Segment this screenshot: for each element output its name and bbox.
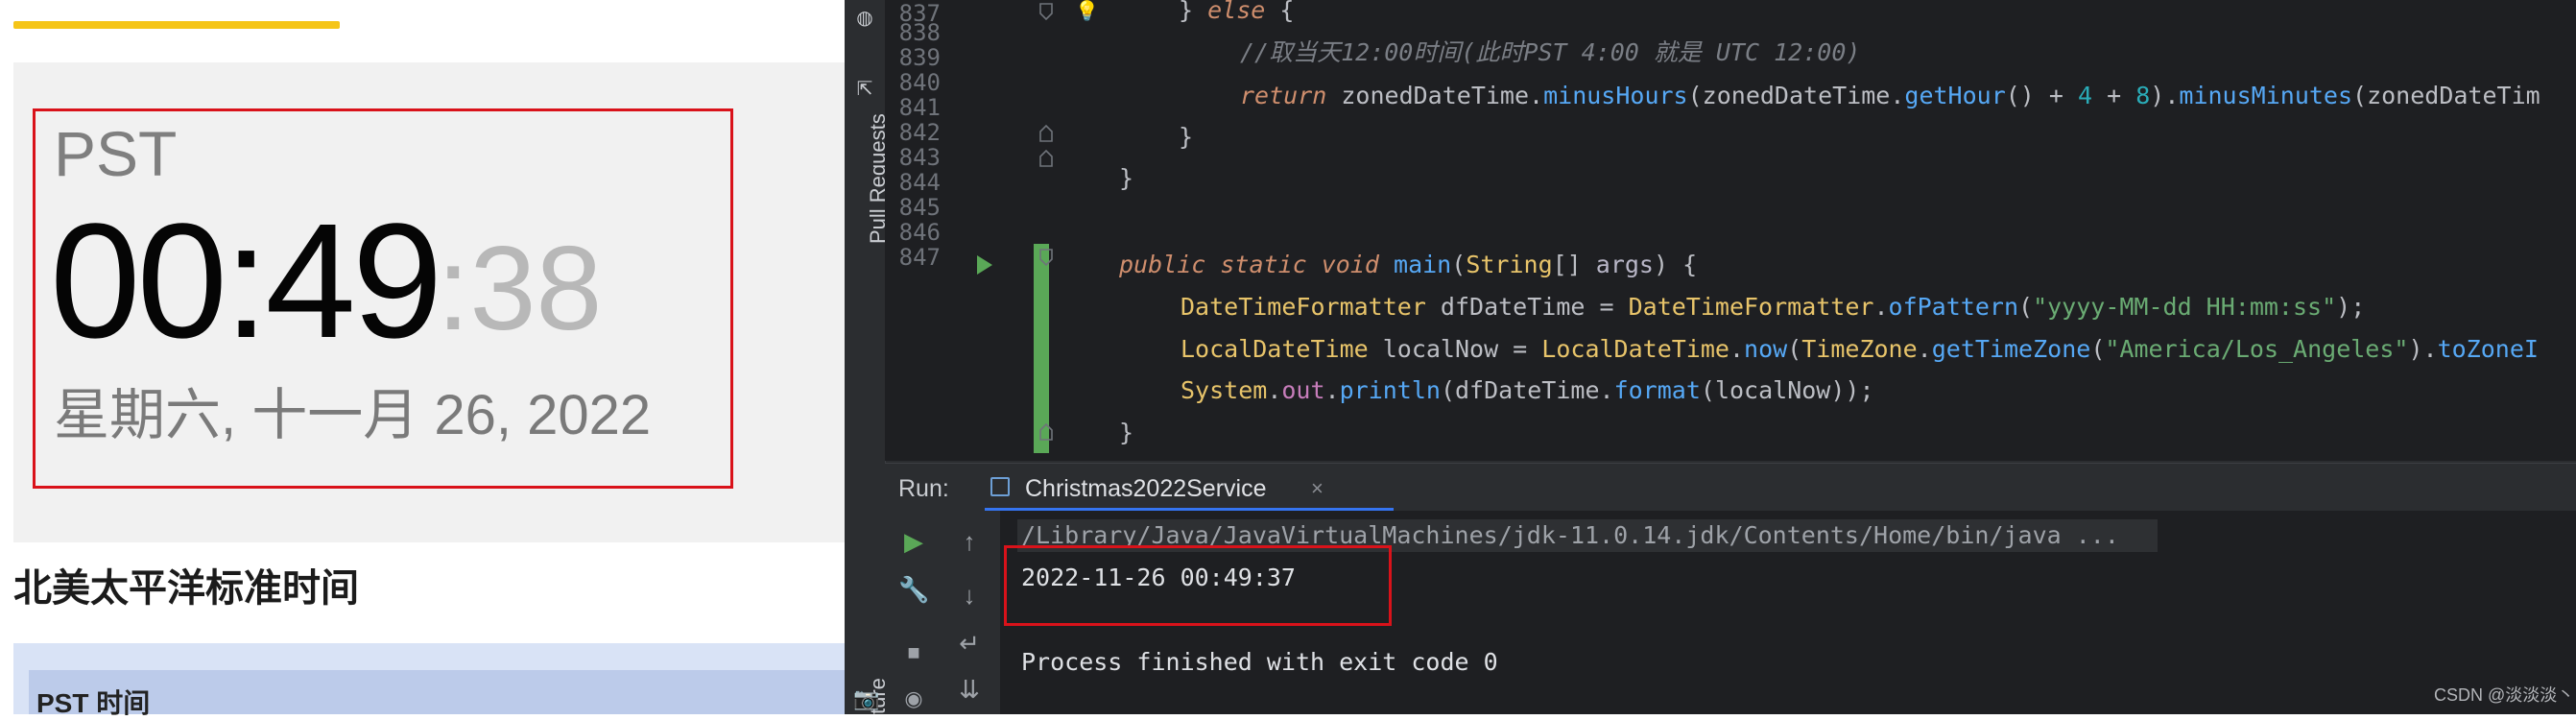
time-table-header-label: PST 时间 [36, 688, 151, 718]
wrench-icon[interactable]: 🔧 [898, 574, 929, 605]
run-main-icon[interactable] [977, 255, 992, 275]
console-tab-icon [990, 477, 1010, 496]
console-exit-line[interactable]: Process finished with exit code 0 [1021, 648, 1498, 677]
clock-highlight-box [33, 108, 733, 489]
code-line[interactable]: System.out.println(dfDateTime.format(loc… [1181, 376, 1874, 405]
fold-marker-icon[interactable] [1038, 124, 1054, 143]
down-arrow-icon[interactable]: ↓ [954, 580, 985, 611]
timezone-heading: 北美太平洋标准时间 [13, 567, 359, 610]
scroll-to-end-icon[interactable]: ⇊ [954, 674, 985, 705]
soft-wrap-icon[interactable]: ↵ [954, 628, 985, 659]
up-arrow-icon[interactable]: ↑ [954, 526, 985, 557]
line-number: 847 [898, 244, 941, 271]
code-line[interactable]: } [1119, 164, 1133, 193]
code-line[interactable]: } else { [1179, 0, 1294, 25]
commit-icon[interactable]: ◍ [854, 8, 875, 29]
time-table-header [29, 670, 845, 714]
stop-icon[interactable]: ■ [898, 637, 929, 668]
code-line[interactable]: //取当天12:00时间(此时PST 4:00 就是 UTC 12:00) [1240, 38, 1860, 67]
fold-marker-icon[interactable] [1038, 422, 1054, 442]
pull-request-icon[interactable]: ⇱ [854, 79, 875, 100]
watermark: CSDN @淡淡淡丶 [2434, 685, 2575, 705]
rerun-icon[interactable]: ▶ [898, 526, 929, 557]
lightbulb-icon[interactable]: 💡 [1075, 0, 1099, 23]
code-line[interactable]: } [1119, 419, 1133, 447]
fold-marker-icon[interactable] [1038, 248, 1054, 267]
pull-requests-tool-button[interactable]: Pull Requests [847, 109, 890, 244]
camera-icon[interactable]: ◉ [898, 684, 929, 714]
run-tab-christmas2022service[interactable]: Christmas2022Service [1025, 474, 1267, 503]
ide-left-toolbar [845, 0, 886, 714]
close-tab-icon[interactable]: × [1311, 474, 1324, 503]
code-line[interactable]: LocalDateTime localNow = LocalDateTime.n… [1181, 335, 2539, 364]
fold-marker-icon[interactable] [1038, 149, 1054, 168]
code-line[interactable]: DateTimeFormatter dfDateTime = DateTimeF… [1181, 293, 2365, 322]
code-line[interactable]: return zonedDateTime.minusHours(zonedDat… [1240, 82, 2540, 110]
code-line[interactable]: } [1179, 123, 1193, 152]
tab-underline [13, 21, 340, 29]
fold-marker-icon[interactable] [1038, 2, 1054, 21]
camera-icon[interactable]: 📷 [853, 687, 879, 710]
run-label: Run: [898, 475, 949, 502]
output-highlight-box [1004, 545, 1392, 626]
code-line[interactable]: public static void main(String[] args) { [1119, 251, 1697, 279]
